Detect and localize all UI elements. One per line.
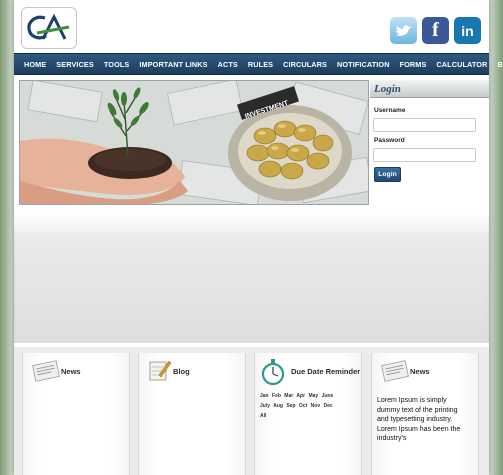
nav-notification[interactable]: NOTIFICATION	[332, 60, 395, 69]
password-input[interactable]	[373, 148, 476, 162]
twitter-icon[interactable]	[390, 17, 417, 44]
month-link[interactable]: June	[322, 393, 334, 399]
nav-forms[interactable]: FORMS	[395, 60, 432, 69]
nav-rules[interactable]: RULES	[243, 60, 278, 69]
login-button[interactable]: Login	[374, 167, 401, 182]
month-link[interactable]: Nov	[311, 403, 320, 409]
nav-services[interactable]: SERVICES	[51, 60, 99, 69]
nav-important-links[interactable]: IMPORTANT LINKS	[134, 60, 212, 69]
nav-circulars[interactable]: CIRCULARS	[278, 60, 332, 69]
linkedin-icon[interactable]: in	[454, 17, 481, 44]
username-input[interactable]	[373, 118, 476, 132]
newspaper-icon	[31, 357, 61, 388]
month-link[interactable]: Feb	[272, 393, 281, 399]
nav-blogs[interactable]: BLOGS	[492, 60, 503, 69]
month-link[interactable]: All	[260, 413, 266, 419]
password-label: Password	[374, 137, 405, 144]
month-link[interactable]: Mar	[284, 393, 293, 399]
page-container: f in HOME SERVICES TOOLS IMPORTANT LINKS…	[14, 0, 503, 475]
content-boxes: News Blog Due Date Reminder Jan Feb Mar …	[14, 347, 489, 475]
month-links: Jan Feb Mar Apr May June July Aug Sep Oc…	[260, 391, 360, 421]
due-date-box: Due Date Reminder Jan Feb Mar Apr May Ju…	[254, 353, 362, 475]
month-link[interactable]: Jan	[260, 393, 269, 399]
news-title[interactable]: News	[61, 367, 81, 376]
blog-title[interactable]: Blog	[173, 367, 190, 376]
news-excerpt: Lorem Ipsum is simply dummy text of the …	[377, 397, 461, 442]
month-link[interactable]: May	[308, 393, 318, 399]
blog-box: Blog	[138, 353, 246, 475]
month-link[interactable]: Dec	[324, 403, 333, 409]
stopwatch-icon	[260, 357, 286, 392]
nav-tools[interactable]: TOOLS	[99, 60, 135, 69]
banner-glare	[14, 208, 489, 238]
login-title: Login	[370, 80, 489, 98]
newspaper-icon	[380, 357, 410, 388]
month-link[interactable]: Apr	[296, 393, 305, 399]
login-panel: Login Username Password Login	[370, 80, 489, 205]
news-box-2: News Lorem Ipsum is simply dummy text of…	[371, 353, 479, 475]
due-date-title[interactable]: Due Date Reminder	[291, 367, 360, 376]
hero-image: INVESTMENT	[19, 80, 369, 205]
nav-home[interactable]: HOME	[19, 60, 51, 69]
site-logo[interactable]	[21, 7, 77, 49]
month-link[interactable]: Sep	[286, 403, 295, 409]
news-box: News	[22, 353, 130, 475]
ca-logo-icon	[27, 13, 70, 40]
username-label: Username	[374, 107, 406, 114]
month-link[interactable]: Oct	[299, 403, 307, 409]
nav-calculator[interactable]: CALCULATOR	[431, 60, 492, 69]
notepad-pen-icon	[147, 357, 173, 388]
facebook-icon[interactable]: f	[422, 17, 449, 44]
month-link[interactable]: Aug	[273, 403, 283, 409]
month-link[interactable]: July	[260, 403, 270, 409]
news-title-2[interactable]: News	[410, 367, 430, 376]
banner-strip	[14, 208, 489, 343]
main-nav: HOME SERVICES TOOLS IMPORTANT LINKS ACTS…	[14, 53, 503, 75]
nav-acts[interactable]: ACTS	[213, 60, 243, 69]
